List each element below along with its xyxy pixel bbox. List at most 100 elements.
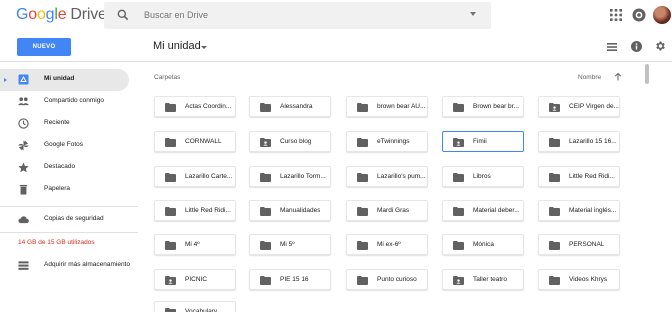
sidebar-item-label: Copias de seguridad [44,215,104,222]
photos-pinwheel-icon [18,140,29,151]
shared-people-icon [18,97,29,106]
avatar[interactable] [653,6,671,24]
folder-item[interactable]: Brown bear br... [442,96,524,117]
logo-letter: e [57,6,67,23]
folder-item[interactable]: Taller teatro [442,269,524,290]
search-icon[interactable] [116,8,130,22]
search-options-chevron-down-icon[interactable] [470,12,476,16]
folder-item[interactable]: CORNWALL [154,131,236,152]
folder-name: Little Red Ridi... [185,207,231,214]
gear-icon[interactable] [654,40,666,52]
folder-name: Actas Coordin... [185,103,232,110]
folder-item[interactable]: Videos Khrys [538,269,620,290]
folder-item[interactable]: Alessandra [249,96,331,117]
folder-item[interactable]: Lazarillo's pum... [346,166,428,187]
folder-name: Material inglés... [569,207,617,214]
sidebar-divider [0,232,138,233]
sidebar-item-google-fotos[interactable]: Google Fotos [0,135,129,157]
search-input[interactable] [144,6,394,24]
folder-name: Libros [473,173,491,180]
folder-item[interactable]: PICNIC [154,269,236,290]
folder-name: Little Red Ridi... [569,173,615,180]
folder-name: CORNWALL [185,138,222,145]
notifications-icon[interactable] [632,8,646,22]
scrollbar-thumb[interactable] [645,64,649,84]
folder-icon [165,308,176,312]
folder-icon [549,276,560,285]
folder-item[interactable]: Little Red Ridi... [538,166,620,187]
sidebar-item-mi-unidad[interactable]: Mi unidad [0,69,129,91]
folder-item[interactable]: Actas Coordin... [154,96,236,117]
expand-arrow-icon[interactable] [4,78,7,82]
folder-icon [165,103,176,112]
folder-item[interactable]: Mi 5º [249,234,331,255]
folder-name: Alessandra [280,103,313,110]
logo-letter: o [36,6,46,23]
logo-letter: o [28,6,37,23]
folder-item[interactable]: Mi 4º [154,234,236,255]
sort-by-name-button[interactable]: Nombre [578,74,601,81]
folder-name: eTwinnings [377,138,410,145]
folder-item[interactable]: Fimii [442,131,524,152]
folder-name: PERSONAL [569,241,605,248]
shared-folder-icon [453,276,464,285]
sidebar-item-compartido[interactable]: Compartido conmigo [0,91,129,113]
trash-icon [19,184,28,195]
folder-name: brown bear AU... [377,103,426,110]
new-button[interactable]: NUEVO [17,38,71,56]
sidebar-item-label: Mi unidad [44,75,75,82]
folder-item[interactable]: Mónica [442,234,524,255]
folder-name: Mi ex-6º [377,241,401,248]
chevron-down-icon[interactable] [201,46,207,49]
apps-grid-icon[interactable] [610,9,622,21]
list-view-icon[interactable] [607,43,617,51]
folder-name: Lazarillo 15 16... [569,138,617,145]
folder-item[interactable]: Manualidades [249,200,331,221]
sort-ascending-arrow-icon[interactable] [614,73,622,81]
folder-item[interactable]: PIE 15 16 [249,269,331,290]
folder-item[interactable]: PERSONAL [538,234,620,255]
toolbar: NUEVO Mi unidad [0,32,672,62]
sidebar-item-copias[interactable]: Copias de seguridad [0,209,129,231]
folder-item[interactable]: Mardi Gras [346,200,428,221]
folder-item[interactable]: Mi ex-6º [346,234,428,255]
folder-item[interactable]: Lazarillo 15 16... [538,131,620,152]
folder-icon [165,241,176,250]
top-bar: Google Drive [0,0,672,32]
shared-folder-icon [549,103,560,112]
folder-icon [453,103,464,112]
folder-item[interactable]: Lazarillo Torm... [249,166,331,187]
sidebar-item-destacado[interactable]: Destacado [0,157,129,179]
sidebar-item-label: Adquirir más almacenamiento [44,261,130,268]
sidebar-item-reciente[interactable]: Reciente [0,113,129,135]
google-drive-logo[interactable]: Google Drive [16,6,107,24]
sidebar-item-papelera[interactable]: Papelera [0,179,129,201]
logo-drive-word: Drive [70,6,107,23]
folder-name: Lazarillo's pum... [377,173,426,180]
folder-item[interactable]: Material inglés... [538,200,620,221]
folder-item[interactable]: Lazarillo Carte... [154,166,236,187]
shared-folder-icon [260,138,271,147]
folder-name: Mardi Gras [377,207,410,214]
folder-item[interactable]: Curso blog [249,131,331,152]
folder-item[interactable]: Vocabulary [154,301,236,312]
folder-name: Mi 5º [280,241,295,248]
folder-item[interactable]: Little Red Ridi... [154,200,236,221]
logo-letter: G [16,6,29,23]
page-title[interactable]: Mi unidad [153,40,201,52]
folder-item[interactable]: eTwinnings [346,131,428,152]
folder-item[interactable]: Punto curioso [346,269,428,290]
scrollbar[interactable] [644,62,650,312]
folder-item[interactable]: Libros [442,166,524,187]
folder-icon [357,103,368,112]
sidebar-item-buy-storage[interactable]: Adquirir más almacenamiento [0,255,138,277]
info-icon[interactable] [631,41,642,52]
sidebar-item-label: Google Fotos [44,141,84,148]
folder-item[interactable]: brown bear AU... [346,96,428,117]
folder-icon [260,103,271,112]
folder-icon [165,138,176,147]
drive-icon [18,74,29,85]
folder-name: Mónica [473,241,494,248]
folder-item[interactable]: Material deber... [442,200,524,221]
folder-item[interactable]: CEIP Virgen de... [538,96,620,117]
